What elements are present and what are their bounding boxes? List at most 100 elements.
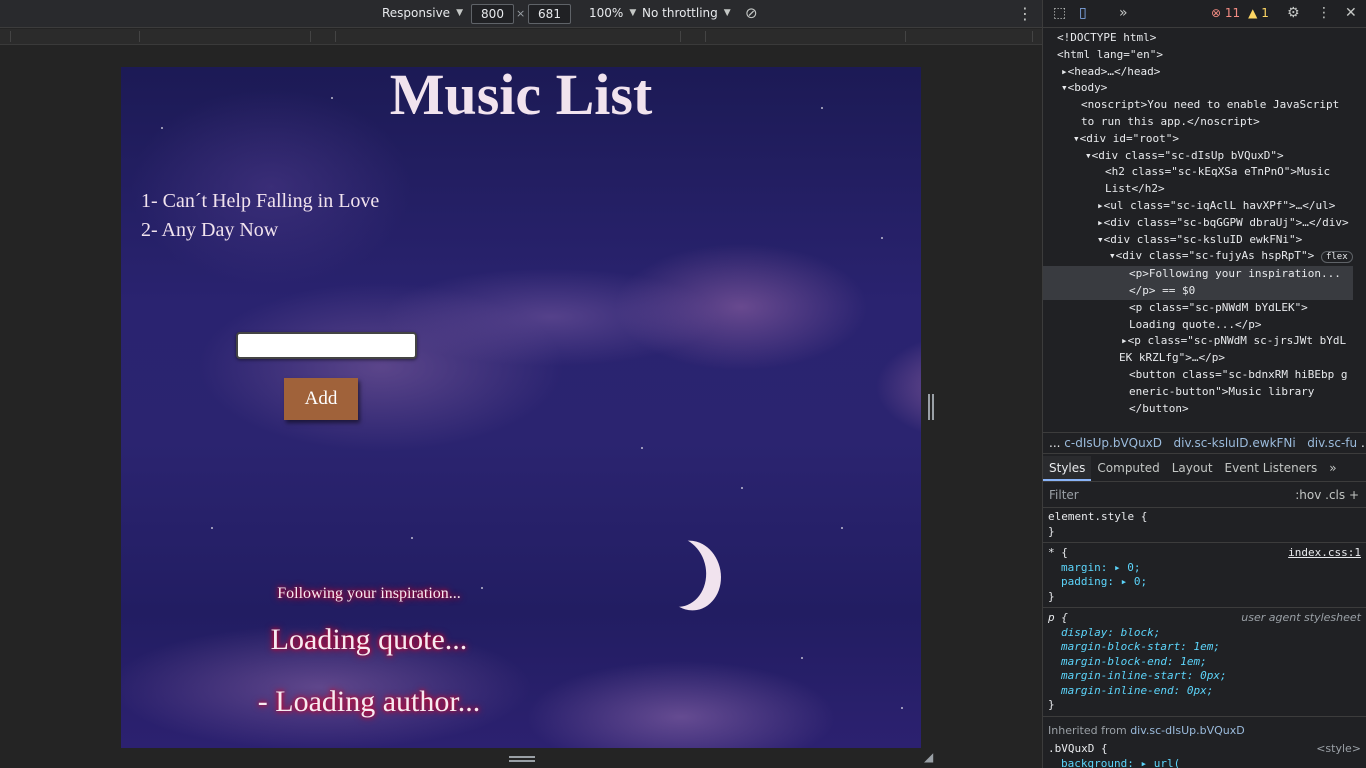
gear-icon[interactable]: ⚙ xyxy=(1287,5,1300,21)
tree-node[interactable]: <!DOCTYPE html> xyxy=(1043,30,1353,47)
filter-tools[interactable]: :hov .cls + xyxy=(1295,488,1359,502)
resize-corner-icon[interactable]: ◢ xyxy=(924,750,933,764)
devtools-toolbar: ⬚ ▯ » ⊗ 11 ▲ 1 ⚙ ⋮ ✕ xyxy=(1043,0,1366,28)
media-query-ruler xyxy=(0,29,1042,45)
close-icon[interactable]: ✕ xyxy=(1345,5,1357,21)
width-input[interactable]: 800 xyxy=(471,4,514,24)
chevron-down-icon: ▼ xyxy=(723,8,731,18)
devtools-panel: ⬚ ▯ » ⊗ 11 ▲ 1 ⚙ ⋮ ✕ <!DOCTYPE html> <ht… xyxy=(1042,0,1366,768)
more-options-icon[interactable]: ⋮ xyxy=(1017,4,1033,23)
rule-selector[interactable]: element.style { xyxy=(1043,510,1366,525)
device-toggle-icon[interactable]: ▯ xyxy=(1079,5,1087,21)
tree-node[interactable]: <noscript>You need to enable JavaScript xyxy=(1043,97,1353,114)
more-tabs-icon[interactable]: » xyxy=(1119,5,1128,21)
rule-source[interactable]: <style> xyxy=(1316,742,1366,757)
rule-selector[interactable]: .bVQuxD { xyxy=(1048,742,1108,755)
device-toolbar: Responsive ▼ 800 × 681 100% ▼ No throttl… xyxy=(0,0,1042,28)
flex-badge[interactable]: flex xyxy=(1320,251,1353,264)
breadcrumb-item[interactable]: ... xyxy=(1361,436,1366,450)
filter-placeholder: Filter xyxy=(1049,488,1079,502)
tab-more[interactable]: » xyxy=(1323,456,1342,481)
height-input[interactable]: 681 xyxy=(528,4,571,24)
elements-tree: <!DOCTYPE html> <html lang="en"> ▸<head>… xyxy=(1043,30,1353,415)
tree-node[interactable]: ▸<p class="sc-pNWdM sc-jrsJWt bYdL xyxy=(1043,333,1353,350)
breadcrumb-item[interactable]: div.sc-ksluID.ewkFNi xyxy=(1174,436,1296,450)
css-property: display: block; xyxy=(1061,625,1161,639)
resize-handle-right[interactable] xyxy=(928,394,934,420)
breadcrumb-item[interactable]: c-dIsUp.bVQuxD xyxy=(1064,436,1162,450)
tree-node[interactable]: ▾<div class="sc-fujyAs hspRpT"> flex xyxy=(1043,248,1353,266)
tree-node[interactable]: ▸<head>…</head> xyxy=(1043,64,1353,81)
rule-close: } xyxy=(1048,524,1055,538)
tree-node[interactable]: to run this app.</noscript> xyxy=(1043,114,1353,131)
quote-intro: Following your inspiration... xyxy=(277,585,461,602)
tree-node[interactable]: <h2 class="sc-kEqXSa eTnPnO">Music xyxy=(1043,164,1353,181)
styles-pane: element.style { } * { index.css:1 margin:… xyxy=(1043,510,1366,768)
tree-node[interactable]: ▾<div id="root"> xyxy=(1043,131,1353,148)
viewport-stage: Music List 1- Can´t Help Falling in Love… xyxy=(0,46,1042,768)
styles-filter[interactable]: Filter :hov .cls + xyxy=(1043,484,1366,508)
device-label: Responsive xyxy=(382,6,451,20)
dimension-separator: × xyxy=(516,7,526,20)
css-property[interactable]: padding: ▸ 0; xyxy=(1043,575,1366,590)
tree-node-selected[interactable]: <p>Following your inspiration... xyxy=(1043,266,1353,283)
css-property[interactable]: margin: ▸ 0; xyxy=(1043,561,1366,576)
tree-node[interactable]: Loading quote...</p> xyxy=(1043,317,1353,334)
song-input[interactable] xyxy=(236,332,417,359)
chevron-down-icon: ▼ xyxy=(629,8,637,18)
issues-badge[interactable]: ⊗ 11 ▲ 1 xyxy=(1211,6,1269,20)
tree-node[interactable]: ▸<ul class="sc-iqAclL havXPf">…</ul> xyxy=(1043,198,1353,215)
rule-source-link[interactable]: index.css:1 xyxy=(1288,546,1366,561)
song-list: 1- Can´t Help Falling in Love 2- Any Day… xyxy=(141,187,379,245)
app-page: Music List 1- Can´t Help Falling in Love… xyxy=(121,67,921,748)
tree-node[interactable]: ▾<div class="sc-ksluID ewkFNi"> xyxy=(1043,232,1353,249)
tab-computed[interactable]: Computed xyxy=(1091,456,1165,481)
more-options-icon[interactable]: ⋮ xyxy=(1317,5,1331,21)
tree-node[interactable]: eneric-button">Music library xyxy=(1043,384,1353,401)
css-property: margin-inline-start: 0px; xyxy=(1061,669,1227,682)
rule-close: } xyxy=(1048,698,1055,711)
css-property: margin-block-end: 1em; xyxy=(1061,654,1207,668)
add-button[interactable]: Add xyxy=(284,378,358,420)
tree-node[interactable]: <html lang="en"> xyxy=(1043,47,1353,64)
chevron-down-icon: ▼ xyxy=(456,8,463,18)
page-title: Music List xyxy=(389,67,653,127)
tree-node[interactable]: ▾<body> xyxy=(1043,80,1353,97)
resize-handle-bottom[interactable] xyxy=(509,756,535,762)
inspect-element-icon[interactable]: ⬚ xyxy=(1053,5,1066,21)
throttling-select[interactable]: No throttling ▼ xyxy=(642,6,731,20)
tree-node[interactable]: ▾<div class="sc-dIsUp bVQuxD"> xyxy=(1043,148,1353,165)
tree-node-selected[interactable]: </p> == $0 xyxy=(1043,282,1353,300)
breadcrumb-item[interactable]: div.sc-fu xyxy=(1307,436,1357,450)
list-item: 2- Any Day Now xyxy=(141,219,279,241)
tree-node[interactable]: ▸<div class="sc-bqGGPW dbraUj">…</div> xyxy=(1043,215,1353,232)
tab-styles[interactable]: Styles xyxy=(1043,456,1092,481)
styles-tabbar: Styles Computed Layout Event Listeners » xyxy=(1043,456,1366,482)
throttling-label: No throttling xyxy=(642,6,718,20)
tree-node[interactable]: </button> xyxy=(1043,401,1353,415)
zoom-select[interactable]: 100% ▼ xyxy=(589,6,636,20)
breadcrumb-item[interactable]: ... xyxy=(1049,436,1060,450)
rule-selector[interactable]: * { xyxy=(1048,546,1068,559)
inherited-link[interactable]: div.sc-dIsUp.bVQuxD xyxy=(1130,724,1245,737)
error-count: 11 xyxy=(1224,6,1241,20)
tree-node[interactable]: <button class="sc-bdnxRM hiBEbp g xyxy=(1043,367,1353,384)
tab-layout[interactable]: Layout xyxy=(1166,456,1219,481)
list-item: 1- Can´t Help Falling in Love xyxy=(141,190,380,212)
moon-decoration xyxy=(640,532,711,611)
error-icon: ⊗ xyxy=(1211,6,1222,20)
inherited-header: Inherited from div.sc-dIsUp.bVQuxD xyxy=(1048,723,1245,737)
quote-author: - Loading author... xyxy=(257,685,481,718)
css-property[interactable]: background: ▸ url( xyxy=(1043,757,1366,768)
device-select[interactable]: Responsive ▼ xyxy=(382,6,463,20)
css-property: margin-block-start: 1em; xyxy=(1061,640,1220,653)
tree-node[interactable]: <p class="sc-pNWdM bYdLEK"> xyxy=(1043,300,1353,317)
tree-node[interactable]: List</h2> xyxy=(1043,181,1353,198)
tab-event-listeners[interactable]: Event Listeners xyxy=(1219,456,1324,481)
tree-node[interactable]: EK kRZLfg">…</p> xyxy=(1043,350,1353,367)
rule-selector[interactable]: p { xyxy=(1048,611,1068,624)
rotate-icon[interactable]: ⊘ xyxy=(745,4,758,22)
rule-close: } xyxy=(1048,589,1055,603)
zoom-label: 100% xyxy=(589,6,624,20)
warning-icon: ▲ xyxy=(1248,6,1258,20)
